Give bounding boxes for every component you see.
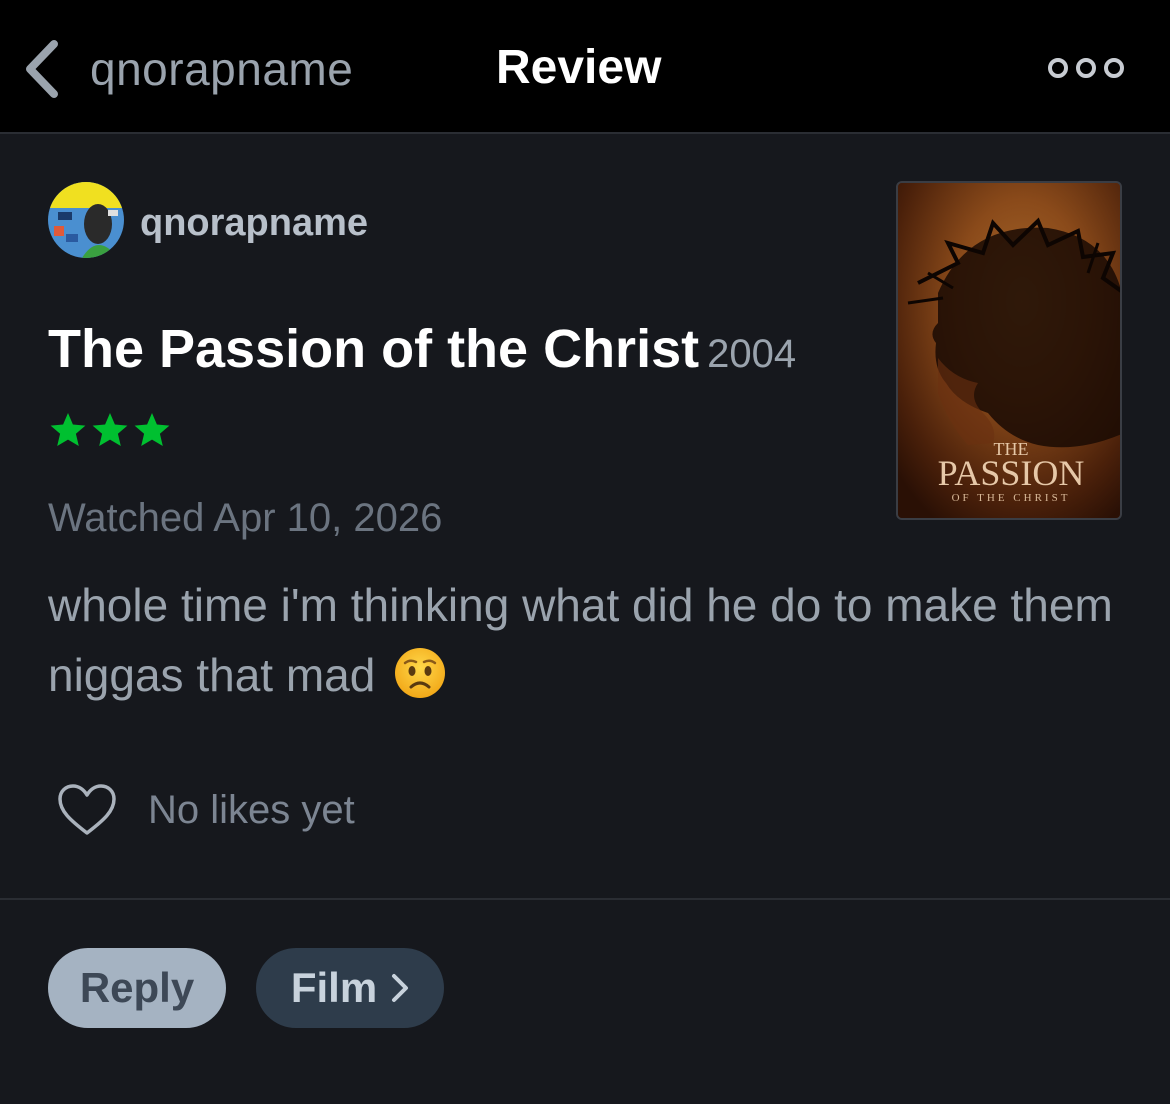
worried-face-icon [395, 648, 446, 698]
film-poster[interactable]: THE PASSION OF THE CHRIST [896, 181, 1122, 520]
avatar[interactable] [48, 182, 124, 258]
film-label: Film [290, 964, 378, 1011]
reply-label: Reply [79, 964, 195, 1011]
poster-title-line3: OF THE CHRIST [952, 492, 1071, 504]
heart-icon[interactable] [56, 782, 118, 838]
film-title-text: The Passion of the Christ [48, 319, 700, 379]
star-rating [48, 410, 172, 450]
review-text: whole time i'm thinking what did he do t… [48, 570, 1118, 710]
likes-count: No likes yet [148, 787, 355, 832]
star-icon [50, 413, 86, 446]
watched-date: Watched Apr 10, 2026 [48, 496, 443, 540]
back-label: qnorapname [90, 43, 354, 95]
chevron-right-icon [392, 974, 409, 1002]
film-button[interactable]: Film [256, 948, 444, 1028]
film-title[interactable]: The Passion of the Christ 2004 [48, 318, 796, 380]
star-icon [92, 413, 128, 446]
film-year: 2004 [707, 332, 797, 376]
page-title: Review [496, 41, 662, 94]
dot-icon [1076, 58, 1096, 78]
star-icon [134, 413, 170, 446]
dot-icon [1048, 58, 1068, 78]
username[interactable]: qnorapname [140, 202, 368, 245]
poster-art: THE PASSION OF THE CHRIST [898, 183, 1120, 518]
nav-bar: qnorapname Review [0, 0, 1170, 134]
poster-title-line2: PASSION [938, 453, 1085, 493]
likes-row: No likes yet [56, 782, 355, 838]
dot-icon [1104, 58, 1124, 78]
reply-button[interactable]: Reply [48, 948, 226, 1028]
back-button[interactable]: qnorapname [22, 36, 353, 102]
review-body: whole time i'm thinking what did he do t… [48, 579, 1113, 701]
more-options-button[interactable] [1048, 56, 1124, 80]
divider [0, 898, 1170, 900]
avatar-image [48, 182, 124, 258]
chevron-left-icon [26, 40, 58, 98]
